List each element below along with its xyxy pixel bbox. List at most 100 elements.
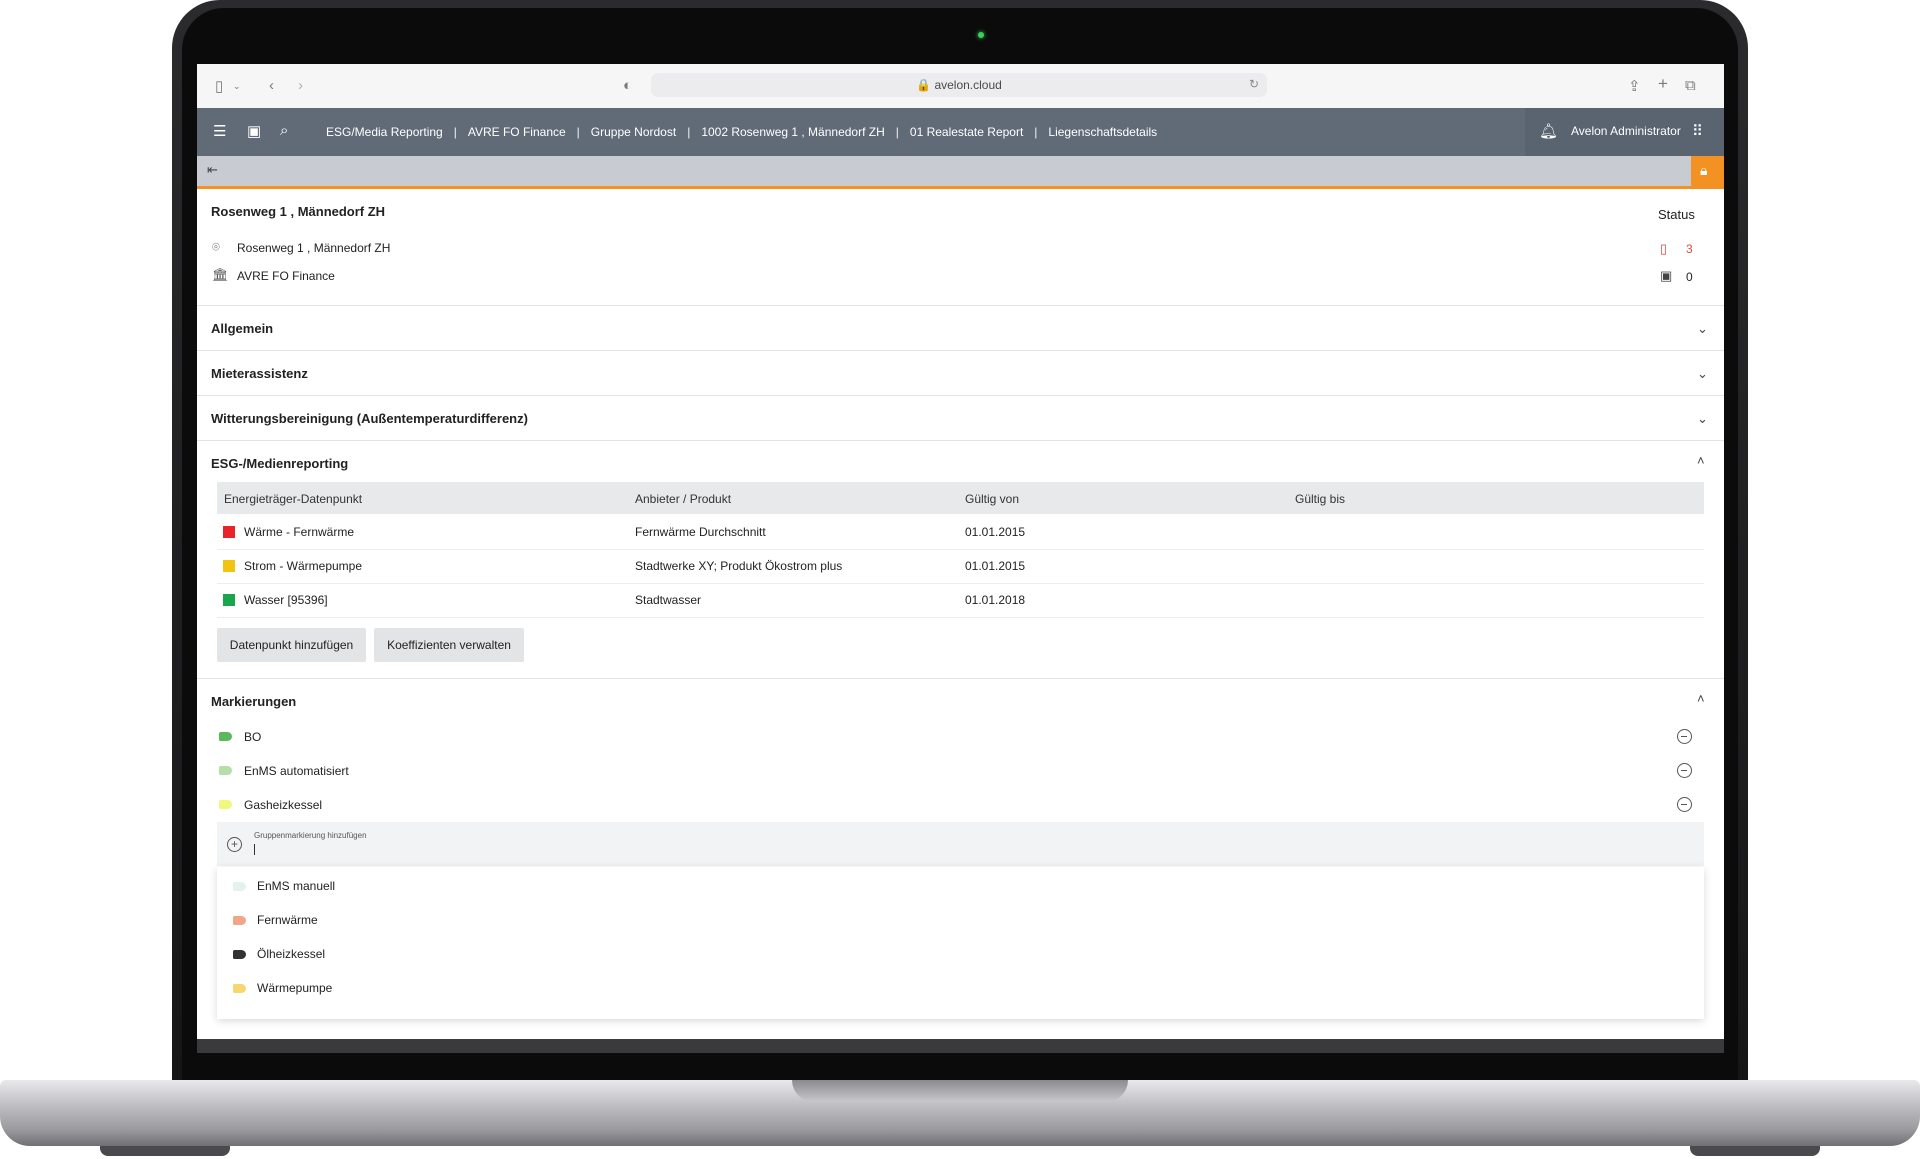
table-row[interactable]: Strom - Wärmepumpe Stadtwerke XY; Produk… [217,549,1704,584]
laptop-foot-left [100,1146,230,1156]
privacy-shield-icon[interactable]: ◐ [623,77,632,94]
breadcrumb-separator: | [1034,125,1038,139]
dropdown-option[interactable]: Ölheizkessel [217,937,1704,971]
bell-icon[interactable]: 🔔︎ [1539,122,1558,140]
provider-cell: Stadtwerke XY; Produkt Ökostrom plus [635,559,843,573]
laptop-foot-right [1690,1146,1820,1156]
datapoint-cell: Strom - Wärmepumpe [244,559,363,573]
tag-label: BO [244,730,262,744]
new-tab-icon[interactable]: + [1658,74,1668,94]
tag-icon [233,984,246,993]
address-bar[interactable]: 🔒 avelon.cloud ↻ [651,73,1267,97]
alarm-count[interactable]: 3 [1686,242,1693,256]
app-navbar: ☰ ▣ ⌕ ESG/Media Reporting | AVRE FO Fina… [197,108,1724,156]
chevron-down-icon[interactable]: ⌄ [1697,411,1708,427]
section-witterung[interactable]: Witterungsbereinigung (Außentemperaturdi… [211,411,528,426]
institution-icon: 🏛︎ [212,267,229,282]
apps-grid-icon[interactable]: ⠿ [1692,122,1703,140]
section-mieterassistenz[interactable]: Mieterassistenz [211,366,308,381]
option-label: EnMS manuell [257,879,336,893]
url-value: avelon.cloud [934,78,1002,92]
energy-color-swatch [223,594,235,606]
valid-from-cell: 01.01.2018 [965,593,1026,607]
sub-toolbar: ⇤ [197,156,1724,189]
column-header: Gültig bis [1295,492,1346,506]
option-label: Fernwärme [257,913,318,927]
briefcase-icon[interactable]: ▣ [247,122,261,140]
search-icon[interactable]: ⌕ [280,122,288,139]
ticket-count[interactable]: 0 [1686,270,1693,284]
dropdown-option[interactable]: Fernwärme [217,903,1704,937]
chevron-down-icon[interactable]: ⌄ [1697,366,1708,382]
chevron-up-icon[interactable]: ˄ [1697,691,1705,706]
breadcrumb-item[interactable]: Liegenschaftsdetails [1048,125,1157,139]
collapse-panel-icon[interactable]: ⇤ [207,162,218,178]
lock-icon: 🔒︎ [1700,162,1708,178]
tag-icon [219,800,232,809]
reload-icon[interactable]: ↻ [1249,77,1259,91]
breadcrumb: ESG/Media Reporting | AVRE FO Finance | … [326,108,1157,156]
section-markierungen[interactable]: Markierungen [211,694,296,709]
column-header: Anbieter / Produkt [635,492,732,506]
energy-color-swatch [223,560,235,572]
tag-icon [219,732,232,741]
tabs-overview-icon[interactable]: ⧉ [1685,77,1696,94]
datapoint-cell: Wärme - Fernwärme [244,525,355,539]
valid-from-cell: 01.01.2015 [965,525,1026,539]
share-icon[interactable]: ⇪ [1628,77,1641,95]
chevron-up-icon[interactable]: ˄ [1697,453,1705,468]
remove-tag-icon[interactable] [1677,797,1692,812]
browser-toolbar: ▯ ⌄ ‹ › ◐ 🔒 avelon.cloud ↻ ⇪ + ⧉ [197,64,1724,109]
text-caret [254,844,255,855]
screen: ▯ ⌄ ‹ › ◐ 🔒 avelon.cloud ↻ ⇪ + ⧉ ☰ ▣ ⌕ E… [197,64,1724,1039]
divider [197,350,1724,351]
back-icon[interactable]: ‹ [269,77,274,94]
screen-bottom-bezel [197,1039,1724,1053]
status-label: Status [1658,207,1695,222]
property-address: Rosenweg 1 , Männedorf ZH [237,241,391,255]
breadcrumb-separator: | [687,125,691,139]
section-esg[interactable]: ESG-/Medienreporting [211,456,348,471]
tag-icon [233,950,246,959]
remove-tag-icon[interactable] [1677,729,1692,744]
manage-coefficients-button[interactable]: Koeffizienten verwalten [374,628,524,662]
table-row[interactable]: Wasser [95396] Stadtwasser 01.01.2018 [217,583,1704,618]
sidebar-toggle-icon[interactable]: ▯ [215,77,223,95]
add-datapoint-button[interactable]: Datenpunkt hinzufügen [217,628,366,662]
lock-button[interactable]: 🔒︎ [1691,156,1724,186]
remove-tag-icon[interactable] [1677,763,1692,778]
dropdown-option[interactable]: Wärmepumpe [217,971,1704,1005]
breadcrumb-separator: | [453,125,457,139]
menu-icon[interactable]: ☰ [213,122,226,140]
forward-icon[interactable]: › [298,77,303,94]
chevron-down-icon[interactable]: ⌄ [233,81,241,92]
location-pin-icon: ⌾ [212,239,220,254]
breadcrumb-item[interactable]: 1002 Rosenweg 1 , Männedorf ZH [701,125,884,139]
divider [197,305,1724,306]
energy-color-swatch [223,526,235,538]
breadcrumb-item[interactable]: ESG/Media Reporting [326,125,443,139]
user-name[interactable]: Avelon Administrator [1571,124,1681,138]
ticket-icon[interactable]: ▣ [1660,268,1672,284]
camera-indicator [978,32,984,38]
breadcrumb-item[interactable]: 01 Realestate Report [910,125,1023,139]
dropdown-option[interactable]: EnMS manuell [217,869,1704,903]
provider-cell: Stadtwasser [635,593,702,607]
breadcrumb-item[interactable]: Gruppe Nordost [591,125,676,139]
add-tag-label: Gruppenmarkierung hinzufügen [254,831,367,840]
datapoint-cell: Wasser [95396] [244,593,328,607]
valid-from-cell: 01.01.2015 [965,559,1026,573]
plus-circle-icon[interactable]: + [227,837,242,852]
column-header: Energieträger-Datenpunkt [224,492,363,506]
add-tag-input[interactable]: + Gruppenmarkierung hinzufügen [217,822,1704,866]
chevron-down-icon[interactable]: ⌄ [1697,321,1708,337]
tag-label: EnMS automatisiert [244,764,349,778]
table-row[interactable]: Wärme - Fernwärme Fernwärme Durchschnitt… [217,515,1704,550]
tag-label: Gasheizkessel [244,798,323,812]
section-allgemein[interactable]: Allgemein [211,321,273,336]
alarm-icon[interactable]: ▯ [1660,241,1667,257]
breadcrumb-item[interactable]: AVRE FO Finance [468,125,566,139]
column-header: Gültig von [965,492,1020,506]
option-label: Wärmepumpe [257,981,333,995]
tag-icon [233,882,246,891]
